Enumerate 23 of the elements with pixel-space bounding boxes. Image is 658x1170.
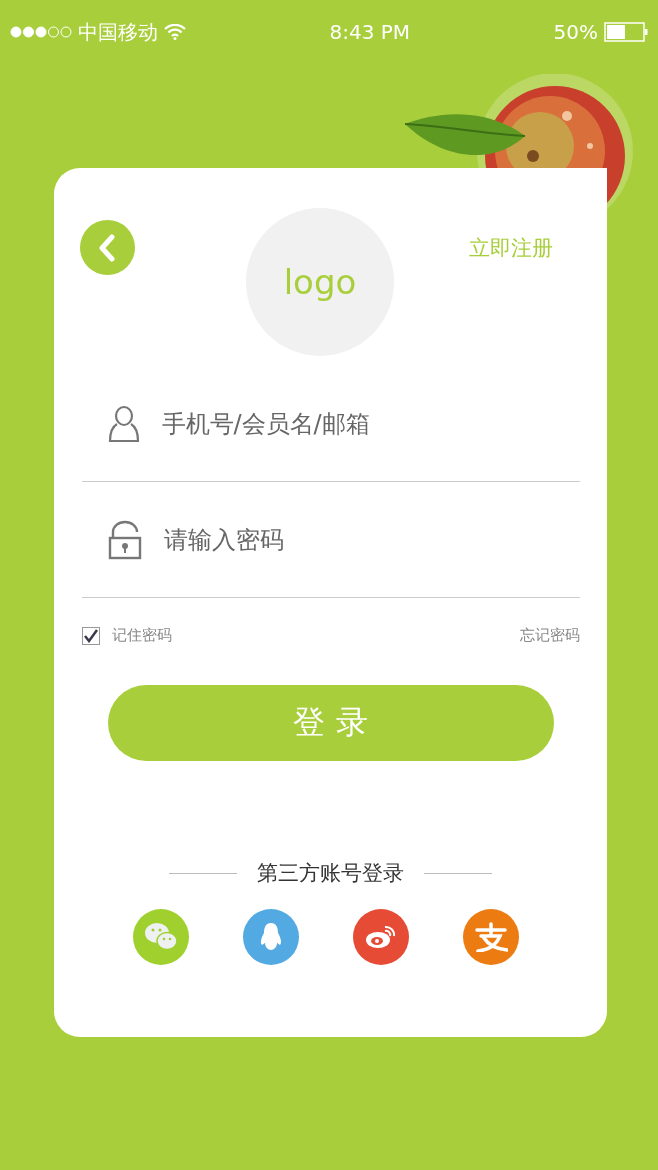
login-button[interactable]: 登 录 bbox=[107, 685, 554, 761]
penguin-icon bbox=[259, 923, 282, 951]
clock-time: 8:43 PM bbox=[329, 20, 411, 44]
wifi-icon bbox=[164, 24, 186, 40]
remember-label: 记住密码 bbox=[111, 626, 172, 645]
input-field[interactable]: 手机号/会员名/邮箱 bbox=[159, 408, 580, 439]
remember-checkbox[interactable] bbox=[81, 626, 100, 645]
forgot-password-link[interactable]: 忘记密码 bbox=[519, 626, 580, 645]
register-link[interactable]: 立即注册 bbox=[469, 234, 553, 262]
glyph-icon bbox=[473, 922, 508, 952]
back-button[interactable] bbox=[80, 220, 135, 275]
carrier-name: 中国移动 bbox=[78, 18, 158, 46]
chat-bubbles-icon bbox=[143, 922, 178, 952]
battery-percent: 50% bbox=[553, 20, 598, 44]
user-icon bbox=[107, 404, 140, 443]
swirl-icon bbox=[364, 924, 397, 950]
battery-icon bbox=[604, 22, 648, 42]
third-party-title: 第三方账号登录 bbox=[257, 860, 404, 887]
padlock-icon bbox=[107, 519, 142, 560]
signal-icon bbox=[10, 25, 72, 39]
logo: logo bbox=[246, 208, 394, 356]
social-login-button[interactable] bbox=[242, 909, 299, 965]
input-field[interactable]: 请输入密码 bbox=[161, 524, 580, 555]
